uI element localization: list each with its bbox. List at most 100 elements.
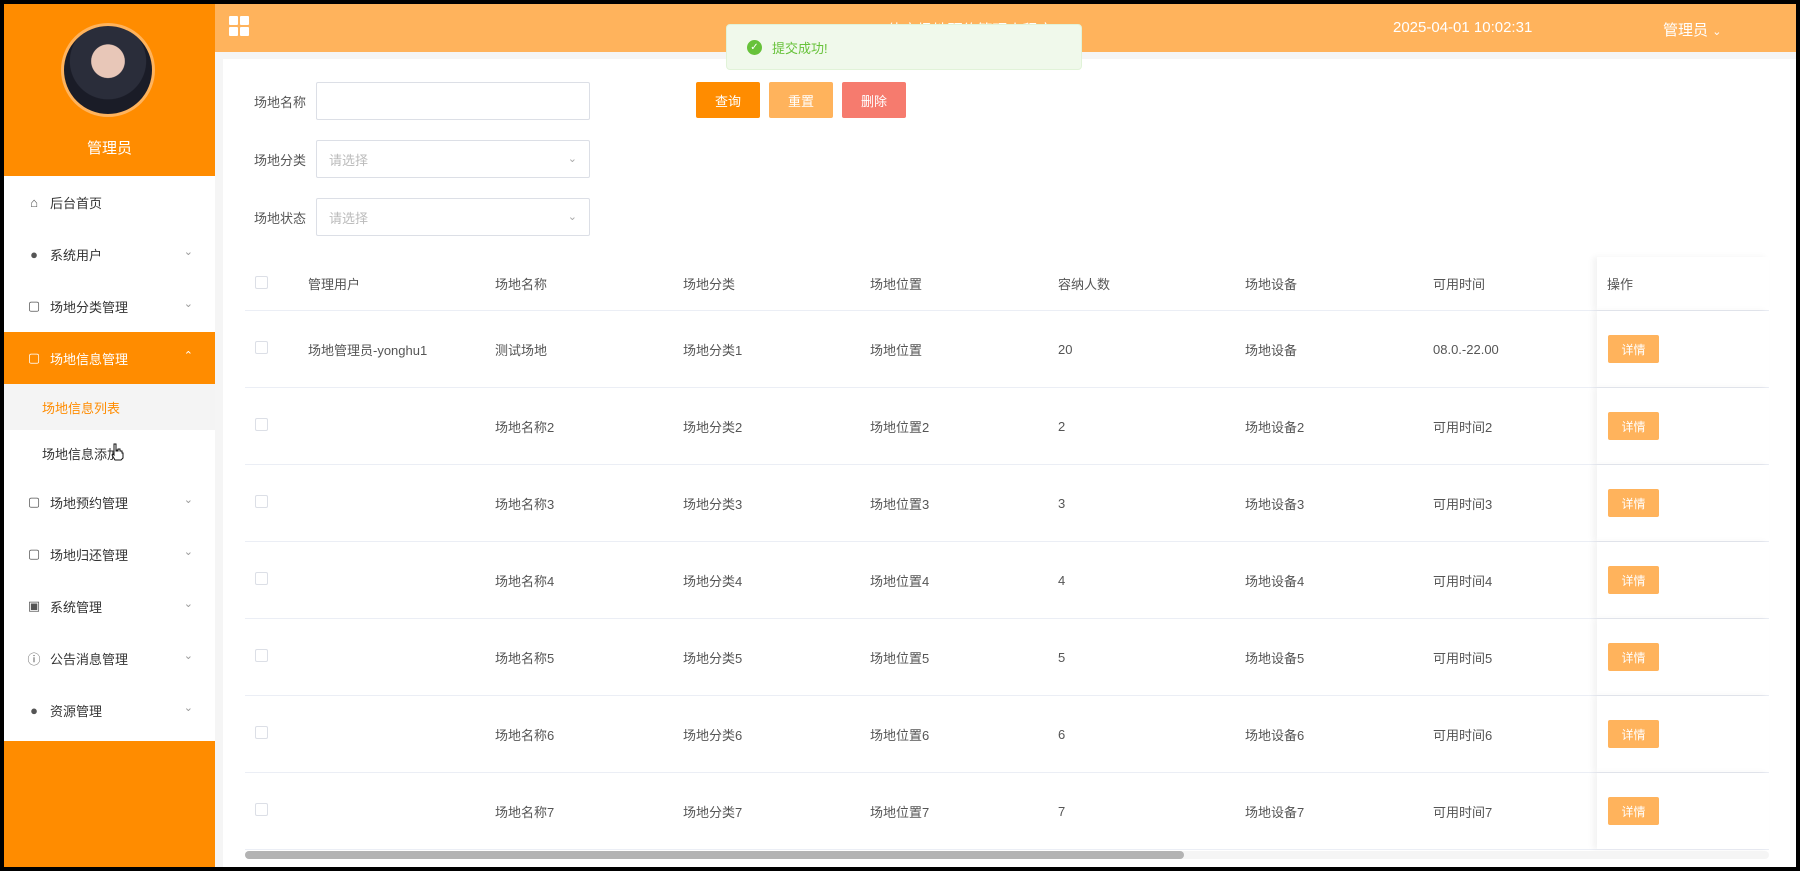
row-checkbox[interactable] [255,341,268,354]
sidebar-footer [4,741,215,867]
cell-device: 场地设备7 [1245,804,1305,820]
table-row: 场地名称2 场地分类2 场地位置2 2 场地设备2 可用时间2 详情 [245,388,1769,465]
cell-location: 场地位置 [870,342,923,358]
sidebar-item-venue-booking[interactable]: ▢ 场地预约管理 ⌄ [4,476,215,528]
column-header: 可用时间 [1433,277,1486,292]
sidebar-item-home[interactable]: ⌂ 后台首页 [4,176,215,228]
folder-icon: ▢ [27,546,41,561]
cell-device: 场地设备4 [1245,573,1305,589]
table-row: 场地名称7 场地分类7 场地位置7 7 场地设备7 可用时间7 详情 [245,773,1769,850]
datetime-display: 2025-04-01 10:02:31 [1393,19,1533,36]
column-header: 管理用户 [308,277,361,292]
cell-capacity: 2 [1058,418,1066,434]
select-placeholder: 请选择 [329,152,369,168]
chevron-down-icon: ⌄ [567,153,577,165]
scrollbar-thumb[interactable] [245,851,1184,859]
sidebar-item-system-management[interactable]: ▣ 系统管理 ⌄ [4,580,215,632]
cell-device: 场地设备6 [1245,727,1305,743]
detail-button[interactable]: 详情 [1608,489,1659,517]
submenu-item-venue-list[interactable]: 场地信息列表 [4,384,215,430]
horizontal-scrollbar[interactable] [245,851,1769,859]
table-row: 场地管理员-yonghu1 测试场地 场地分类1 场地位置 20 场地设备 08.0.-22… [245,311,1769,388]
sidebar-item-venue-category[interactable]: ▢ 场地分类管理 ⌄ [4,280,215,332]
cell-category: 场地分类4 [683,573,743,589]
cell-location: 场地位置7 [870,804,930,820]
location-icon: ● [30,702,38,718]
sidebar-item-label: 场地分类管理 [50,299,129,315]
table-row: 场地名称3 场地分类3 场地位置3 3 场地设备3 可用时间3 详情 [245,465,1769,542]
filter-label: 场地分类 [253,152,306,168]
chevron-down-icon: ⌄ [183,546,193,558]
hand-cursor-icon [111,443,124,461]
select-placeholder: 请选择 [329,210,369,226]
venue-name-input[interactable] [316,82,590,120]
cell-category: 场地分类2 [683,419,743,435]
user-icon: ● [30,246,38,262]
cell-name: 场地名称6 [495,727,555,743]
sidebar-item-venue-return[interactable]: ▢ 场地归还管理 ⌄ [4,528,215,580]
cell-location: 场地位置3 [870,496,930,512]
sidebar-item-resources[interactable]: ● 资源管理 ⌄ [4,684,215,736]
cell-time: 08.0.-22.00 [1433,341,1499,357]
user-dropdown[interactable]: 管理员 ⌄ [1663,19,1721,40]
sidebar-item-label: 场地归还管理 [50,547,129,563]
delete-button[interactable]: 删除 [842,82,906,118]
profile-panel: 管理员 [4,4,215,176]
cell-capacity: 3 [1058,495,1066,511]
cell-capacity: 7 [1058,803,1066,819]
chevron-down-icon: ⌄ [183,494,193,506]
filter-category-row: 场地分类 请选择 ⌄ [223,140,590,178]
row-checkbox[interactable] [255,649,268,662]
grid-menu-icon[interactable] [229,16,249,36]
user-label: 管理员 [1663,22,1709,39]
detail-button[interactable]: 详情 [1608,797,1659,825]
chevron-down-icon: ⌄ [567,211,577,223]
detail-button[interactable]: 详情 [1608,412,1659,440]
folder-icon: ▢ [27,494,41,509]
cell-device: 场地设备2 [1245,419,1305,435]
row-checkbox[interactable] [255,726,268,739]
cell-time: 可用时间4 [1433,573,1493,589]
select-all-checkbox[interactable] [255,275,268,289]
sidebar-item-announcements[interactable]: ⓘ 公告消息管理 ⌄ [4,632,215,684]
browser-viewport: 管理员 ⌂ 后台首页 ● 系统用户 ⌄ ▢ 场地分类管理 ⌄ ▢ 场地信息管理 … [4,4,1796,867]
reset-button[interactable]: 重置 [769,82,833,118]
sidebar-item-venue-info[interactable]: ▢ 场地信息管理 ⌃ [4,332,215,384]
row-checkbox[interactable] [255,572,268,585]
cell-category: 场地分类6 [683,727,743,743]
folder-icon: ▢ [27,298,41,313]
venue-category-select[interactable]: 请选择 ⌄ [316,140,590,178]
filter-label: 场地名称 [253,94,306,110]
sidebar-item-system-users[interactable]: ● 系统用户 ⌄ [4,228,215,280]
venue-status-select[interactable]: 请选择 ⌄ [316,198,590,236]
detail-button[interactable]: 详情 [1608,643,1659,671]
venue-table: 管理用户 场地名称 场地分类 场地位置 容纳人数 场地设备 可用时间 操作 场地… [245,257,1769,850]
cell-device: 场地设备 [1245,342,1298,358]
success-toast: ✓ 提交成功! [726,24,1082,70]
column-header: 场地名称 [495,277,548,292]
sidebar-item-label: 场地信息管理 [50,351,129,367]
chevron-down-icon: ⌄ [183,298,193,310]
table-row: 场地名称6 场地分类6 场地位置6 6 场地设备6 可用时间6 详情 [245,696,1769,773]
cell-device: 场地设备5 [1245,650,1305,666]
cell-user: 场地管理员-yonghu1 [308,342,428,358]
filter-status-row: 场地状态 请选择 ⌄ [223,198,590,236]
column-header: 场地分类 [683,277,736,292]
row-checkbox[interactable] [255,803,268,816]
detail-button[interactable]: 详情 [1608,335,1659,363]
column-header: 操作 [1597,257,1769,310]
home-icon: ⌂ [30,194,38,210]
detail-button[interactable]: 详情 [1608,720,1659,748]
column-header: 场地设备 [1245,277,1298,292]
query-button[interactable]: 查询 [696,82,760,118]
main-content: 场地名称 场地分类 请选择 ⌄ 场地状态 请选择 ⌄ 查询 重置 删除 管理用户… [223,59,1796,867]
cell-time: 可用时间7 [1433,804,1493,820]
row-checkbox[interactable] [255,495,268,508]
folder-icon: ▢ [27,350,41,365]
avatar[interactable] [61,23,155,117]
detail-button[interactable]: 详情 [1608,566,1659,594]
table-row: 场地名称4 场地分类4 场地位置4 4 场地设备4 可用时间4 详情 [245,542,1769,619]
sidebar-item-label: 资源管理 [50,703,103,719]
row-checkbox[interactable] [255,418,268,431]
column-header: 容纳人数 [1058,277,1111,292]
